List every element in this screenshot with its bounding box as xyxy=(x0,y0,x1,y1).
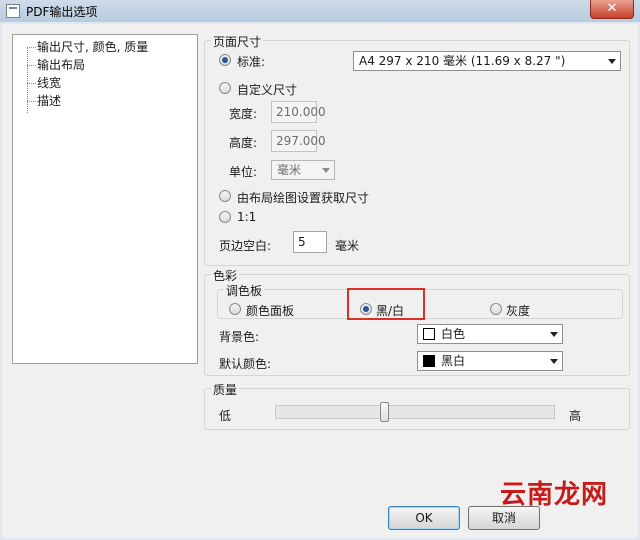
dialog-body: 输出尺寸, 颜色, 质量 输出布局 线宽 描述 页面尺寸 标准: A4 297 … xyxy=(2,24,638,538)
default-color-label: 默认颜色: xyxy=(219,357,272,371)
tree-connector xyxy=(27,47,36,48)
tree-item-output-size[interactable]: 输出尺寸, 颜色, 质量 xyxy=(37,38,148,55)
standard-size-radio[interactable] xyxy=(219,54,231,66)
page-size-group-label: 页面尺寸 xyxy=(211,33,264,50)
tree-connector xyxy=(27,83,36,84)
tree-connector xyxy=(27,101,36,102)
height-label: 高度: xyxy=(229,136,258,150)
default-color-select[interactable]: 黑白 xyxy=(417,351,563,371)
palette-color-radio[interactable] xyxy=(229,303,241,315)
selection-highlight-box xyxy=(347,288,425,320)
width-label: 宽度: xyxy=(229,107,258,121)
background-color-value: 白色 xyxy=(441,327,466,341)
size-from-layout-label: 由布局绘图设置获取尺寸 xyxy=(237,191,370,205)
close-icon: ✕ xyxy=(606,1,618,16)
size-from-layout-radio[interactable] xyxy=(219,190,231,202)
custom-size-label: 自定义尺寸 xyxy=(237,83,298,97)
chevron-down-icon xyxy=(322,168,330,173)
margin-unit-label: 毫米 xyxy=(335,239,360,253)
tree-item-output-layout[interactable]: 输出布局 xyxy=(37,56,85,73)
quality-slider-track[interactable] xyxy=(275,405,555,419)
close-button[interactable]: ✕ xyxy=(590,0,634,19)
tree-connector xyxy=(27,47,28,113)
color-group: 色彩 调色板 颜色面板 黑/白 灰度 背景色: 白色 默认颜色: 黑白 xyxy=(204,267,630,376)
pdf-document-icon xyxy=(6,4,20,18)
options-tree: 输出尺寸, 颜色, 质量 输出布局 线宽 描述 xyxy=(12,34,198,364)
pdf-options-dialog: PDF输出选项 ✕ 输出尺寸, 颜色, 质量 输出布局 线宽 描述 页面尺寸 标… xyxy=(0,0,640,540)
tree-item-line-width[interactable]: 线宽 xyxy=(37,74,61,91)
unit-value: 毫米 xyxy=(277,163,302,177)
margin-label: 页边空白: xyxy=(219,239,272,253)
quality-slider-thumb[interactable] xyxy=(379,402,389,422)
window-title: PDF输出选项 xyxy=(26,5,98,19)
default-color-value: 黑白 xyxy=(441,354,466,368)
black-swatch-icon xyxy=(423,355,435,367)
palette-grayscale-radio[interactable] xyxy=(490,303,502,315)
standard-size-select[interactable]: A4 297 x 210 毫米 (11.69 x 8.27 ") xyxy=(353,51,621,71)
chevron-down-icon xyxy=(550,332,558,337)
palette-group-label: 调色板 xyxy=(224,282,265,299)
quality-high-label: 高 xyxy=(569,409,582,423)
one-to-one-radio[interactable] xyxy=(219,211,231,223)
page-size-group: 页面尺寸 标准: A4 297 x 210 毫米 (11.69 x 8.27 "… xyxy=(204,33,630,266)
quality-group: 质量 低 高 xyxy=(204,381,630,430)
chevron-down-icon xyxy=(608,59,616,64)
tree-item-description[interactable]: 描述 xyxy=(37,92,61,109)
watermark-logo: 云南龙网 xyxy=(500,480,609,510)
tree-connector xyxy=(27,65,36,66)
custom-size-radio[interactable] xyxy=(219,82,231,94)
palette-color-label: 颜色面板 xyxy=(246,304,295,318)
standard-size-label: 标准: xyxy=(237,55,266,69)
one-to-one-label: 1:1 xyxy=(237,210,257,224)
height-input[interactable]: 297.000 xyxy=(271,130,326,152)
quality-low-label: 低 xyxy=(219,409,232,423)
palette-grayscale-label: 灰度 xyxy=(506,304,531,318)
unit-label: 单位: xyxy=(229,165,258,179)
background-color-select[interactable]: 白色 xyxy=(417,324,563,344)
width-input[interactable]: 210.000 xyxy=(271,101,326,123)
ok-button[interactable]: OK xyxy=(388,506,460,530)
chevron-down-icon xyxy=(550,359,558,364)
margin-input[interactable]: 5 xyxy=(293,231,327,253)
unit-select[interactable]: 毫米 xyxy=(271,160,335,180)
title-bar[interactable]: PDF输出选项 ✕ xyxy=(0,0,640,22)
quality-group-label: 质量 xyxy=(211,381,240,398)
standard-size-value: A4 297 x 210 毫米 (11.69 x 8.27 ") xyxy=(359,54,566,68)
white-swatch-icon xyxy=(423,328,435,340)
background-color-label: 背景色: xyxy=(219,330,260,344)
